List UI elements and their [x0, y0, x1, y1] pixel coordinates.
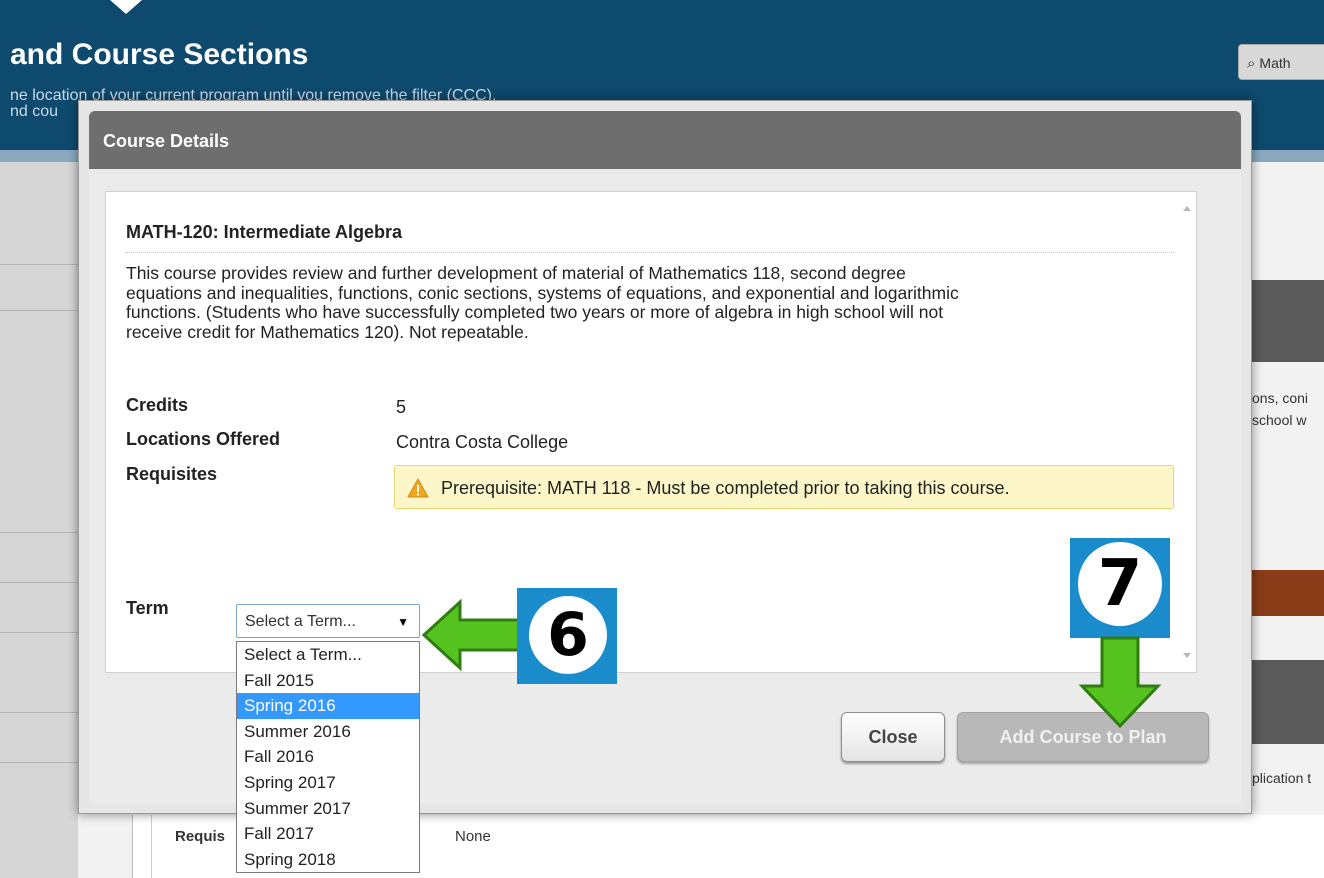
right-snippet: ons, coni	[1252, 390, 1309, 406]
prerequisite-text: Prerequisite: MATH 118 - Must be complet…	[441, 478, 1010, 498]
term-label: Term	[126, 598, 169, 618]
credits-value: 5	[396, 397, 407, 417]
right-panel-header	[1250, 280, 1324, 362]
scroll-down-icon[interactable]	[1183, 653, 1191, 658]
description-line: receive credit for Mathematics 120). Not…	[126, 321, 529, 342]
term-option[interactable]: Summer 2017	[237, 796, 419, 822]
term-option[interactable]: Fall 2016	[237, 744, 419, 770]
step-seven-badge: 7	[1070, 538, 1170, 638]
term-option[interactable]: Summer 2016	[237, 719, 419, 745]
description-line: equations and inequalities, functions, c…	[126, 282, 959, 303]
locations-label: Locations Offered	[126, 429, 281, 449]
search-chip-label: Math	[1259, 55, 1291, 71]
sidebar-divider	[0, 712, 78, 713]
course-details-content: MATH-120: Intermediate Algebra This cour…	[105, 191, 1197, 673]
modal-title: Course Details	[103, 131, 230, 151]
credits-label: Credits	[126, 395, 189, 415]
right-snippet: school w	[1252, 412, 1307, 428]
search-filter-chip[interactable]: ⌕ Math	[1238, 44, 1324, 80]
close-button[interactable]: Close	[841, 712, 945, 762]
right-panel-header	[1250, 660, 1324, 744]
left-arrow-icon	[421, 598, 526, 672]
sidebar-divider	[0, 532, 78, 533]
course-title: MATH-120: Intermediate Algebra	[126, 222, 403, 242]
down-arrow-icon	[1078, 636, 1162, 729]
description-line: This course provides review and further …	[126, 263, 906, 283]
term-option[interactable]: Fall 2017	[237, 821, 419, 847]
locations-value: Contra Costa College	[396, 432, 569, 452]
scroll-up-icon[interactable]	[1183, 206, 1191, 211]
requisites-label: Requis	[175, 828, 226, 845]
term-option[interactable]: Fall 2015	[237, 668, 419, 694]
panel-divider	[151, 815, 152, 878]
term-option[interactable]: Spring 2017	[237, 770, 419, 796]
requisites-label: Requisites	[126, 464, 218, 484]
sidebar-divider	[0, 632, 78, 633]
course-description: This course provides review and further …	[126, 263, 1186, 342]
term-options-list[interactable]: Select a Term... Fall 2015 Spring 2016 S…	[236, 641, 420, 873]
sidebar-divider	[0, 264, 78, 265]
warning-icon	[407, 478, 429, 498]
right-panel-bar	[1250, 570, 1324, 616]
term-select[interactable]: Select a Term... ▼	[236, 604, 420, 638]
title-divider	[126, 252, 1174, 253]
chevron-down-icon: ▼	[397, 615, 409, 629]
step-six-badge: 6	[517, 588, 617, 684]
left-sidebar	[0, 162, 78, 878]
term-select-value: Select a Term...	[245, 613, 356, 630]
requisites-value: None	[455, 828, 491, 845]
step-seven-number: 7	[1078, 542, 1162, 626]
page-title: and Course Sections	[10, 38, 309, 71]
header-notch	[110, 0, 142, 14]
sidebar-divider	[0, 762, 78, 763]
modal-header: Course Details	[89, 111, 1241, 169]
search-icon: ⌕	[1247, 55, 1256, 72]
term-option[interactable]: Spring 2018	[237, 847, 419, 873]
sidebar-divider	[0, 582, 78, 583]
term-option[interactable]: Select a Term...	[237, 642, 419, 668]
sidebar-divider	[0, 310, 78, 311]
step-six-number: 6	[529, 596, 607, 674]
term-option-highlighted[interactable]: Spring 2016	[237, 693, 419, 719]
right-snippet: plication t	[1252, 770, 1312, 786]
description-line: functions. (Students who have successful…	[126, 302, 944, 322]
prerequisite-alert: Prerequisite: MATH 118 - Must be complet…	[394, 465, 1174, 509]
